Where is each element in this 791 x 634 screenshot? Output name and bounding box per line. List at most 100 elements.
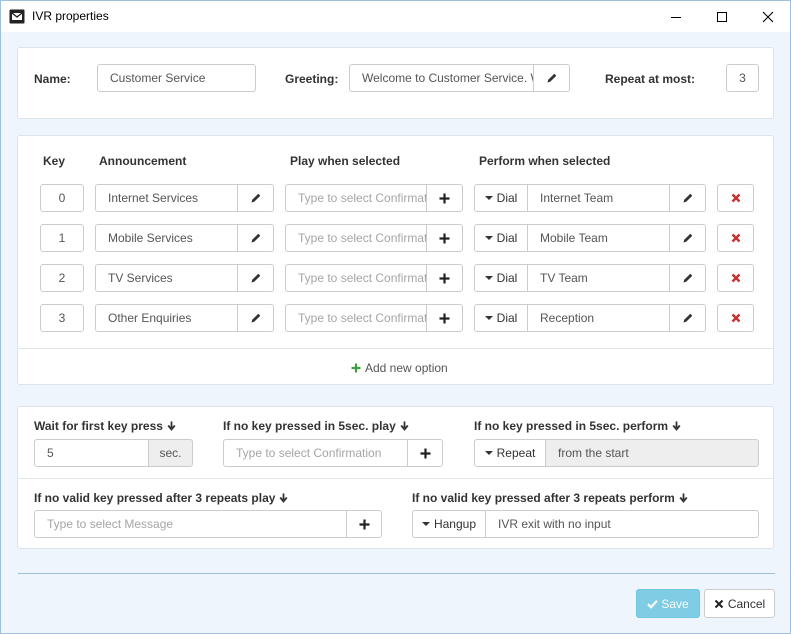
key-column-header: Key xyxy=(43,154,66,168)
option-play-input[interactable]: Type to select Confirmat xyxy=(285,264,427,292)
maximize-button[interactable] xyxy=(699,1,745,32)
settings-divider xyxy=(18,478,773,479)
option-announcement-edit-button[interactable] xyxy=(237,224,274,252)
maximize-icon xyxy=(717,11,727,22)
pencil-icon xyxy=(683,313,692,323)
option-play-input[interactable]: Type to select Confirmat xyxy=(285,224,427,252)
pencil-icon xyxy=(683,193,692,203)
nokey-perform-action-dropdown[interactable]: Repeat xyxy=(474,439,546,467)
options-divider xyxy=(18,348,773,349)
option-action-label: Dial xyxy=(496,231,518,245)
arrow-down-icon xyxy=(167,421,176,431)
option-target-edit-button[interactable] xyxy=(669,224,706,252)
option-target-edit-button[interactable] xyxy=(669,264,706,292)
option-play-add-button[interactable] xyxy=(426,264,463,292)
caret-down-icon xyxy=(484,196,493,200)
check-icon xyxy=(647,599,659,609)
option-announcement-input[interactable]: Internet Services xyxy=(95,184,238,212)
option-delete-button[interactable] xyxy=(717,224,754,252)
option-action-dropdown[interactable]: Dial xyxy=(474,224,528,252)
option-target-input[interactable]: Mobile Team xyxy=(527,224,670,252)
greeting-input[interactable]: Welcome to Customer Service. W xyxy=(349,64,534,92)
title-bar: IVR properties xyxy=(1,1,790,32)
add-new-option-button[interactable]: Add new option xyxy=(351,361,448,375)
repeat-input[interactable]: 3 xyxy=(726,64,759,92)
option-play-add-button[interactable] xyxy=(426,224,463,252)
settings-panel: Wait for first key press 5 sec. If no ke… xyxy=(17,406,774,549)
caret-down-icon xyxy=(484,316,493,320)
pencil-icon xyxy=(683,273,692,283)
add-new-option-label: Add new option xyxy=(365,361,448,375)
pencil-icon xyxy=(251,273,260,283)
wait-label: Wait for first key press xyxy=(34,419,176,433)
option-key-input[interactable]: 3 xyxy=(40,304,84,332)
pencil-icon xyxy=(251,193,260,203)
name-input[interactable]: Customer Service xyxy=(97,64,256,92)
delete-x-icon xyxy=(731,273,740,283)
cancel-button[interactable]: Cancel xyxy=(704,589,775,618)
option-play-add-button[interactable] xyxy=(426,304,463,332)
greeting-edit-button[interactable] xyxy=(533,64,570,92)
invalid-play-label: If no valid key pressed after 3 repeats … xyxy=(34,491,288,505)
caret-down-icon xyxy=(484,276,493,280)
option-target-edit-button[interactable] xyxy=(669,304,706,332)
option-play-add-button[interactable] xyxy=(426,184,463,212)
header-panel: Name: Customer Service Greeting: Welcome… xyxy=(17,47,774,119)
name-label: Name: xyxy=(34,72,71,86)
repeat-label: Repeat at most: xyxy=(605,72,696,86)
option-delete-button[interactable] xyxy=(717,264,754,292)
option-announcement-edit-button[interactable] xyxy=(237,184,274,212)
option-action-dropdown[interactable]: Dial xyxy=(474,264,528,292)
nokey-perform-action-label: Repeat xyxy=(496,446,536,460)
option-target-input[interactable]: TV Team xyxy=(527,264,670,292)
option-delete-button[interactable] xyxy=(717,304,754,332)
ivr-properties-window: IVR properties Name: Customer Service Gr… xyxy=(0,0,791,634)
option-target-edit-button[interactable] xyxy=(669,184,706,212)
close-button[interactable] xyxy=(745,1,791,32)
plus-icon xyxy=(439,273,450,283)
nokey-play-add-button[interactable] xyxy=(407,439,443,467)
plus-icon xyxy=(351,363,361,373)
invalid-play-add-button[interactable] xyxy=(346,510,382,538)
envelope-app-icon xyxy=(9,9,25,24)
option-announcement-edit-button[interactable] xyxy=(237,304,274,332)
option-key-input[interactable]: 1 xyxy=(40,224,84,252)
pencil-icon xyxy=(683,233,692,243)
window-title: IVR properties xyxy=(32,9,109,23)
option-action-dropdown[interactable]: Dial xyxy=(474,184,528,212)
minimize-button[interactable] xyxy=(653,1,699,32)
invalid-play-input[interactable]: Type to select Message xyxy=(34,510,347,538)
option-announcement-input[interactable]: Other Enquiries xyxy=(95,304,238,332)
perform-column-header: Perform when selected xyxy=(479,154,611,168)
caret-down-icon xyxy=(421,522,430,526)
arrow-down-icon xyxy=(679,493,688,503)
option-play-input[interactable]: Type to select Confirmat xyxy=(285,304,427,332)
option-action-dropdown[interactable]: Dial xyxy=(474,304,528,332)
close-icon xyxy=(714,599,724,608)
option-target-input[interactable]: Reception xyxy=(527,304,670,332)
plus-icon xyxy=(359,519,369,529)
invalid-perform-action-label: Hangup xyxy=(433,517,477,531)
option-target-input[interactable]: Internet Team xyxy=(527,184,670,212)
invalid-perform-action-dropdown[interactable]: Hangup xyxy=(412,510,486,538)
caret-down-icon xyxy=(484,451,493,455)
save-button[interactable]: Save xyxy=(636,589,700,618)
wait-seconds-input[interactable]: 5 xyxy=(34,439,149,467)
option-play-input[interactable]: Type to select Confirmat xyxy=(285,184,427,212)
option-announcement-input[interactable]: Mobile Services xyxy=(95,224,238,252)
close-icon xyxy=(762,11,774,22)
nokey-perform-label-text: If no key pressed in 5sec. perform xyxy=(474,419,669,433)
delete-x-icon xyxy=(731,233,740,243)
option-key-input[interactable]: 2 xyxy=(40,264,84,292)
option-announcement-input[interactable]: TV Services xyxy=(95,264,238,292)
plus-icon xyxy=(439,233,450,243)
option-key-input[interactable]: 0 xyxy=(40,184,84,212)
option-announcement-edit-button[interactable] xyxy=(237,264,274,292)
pencil-icon xyxy=(251,233,260,243)
announcement-column-header: Announcement xyxy=(99,154,187,168)
arrow-down-icon xyxy=(279,493,288,503)
invalid-perform-value[interactable]: IVR exit with no input xyxy=(485,510,759,538)
save-button-label: Save xyxy=(661,596,689,611)
option-delete-button[interactable] xyxy=(717,184,754,212)
nokey-play-input[interactable]: Type to select Confirmation xyxy=(223,439,408,467)
